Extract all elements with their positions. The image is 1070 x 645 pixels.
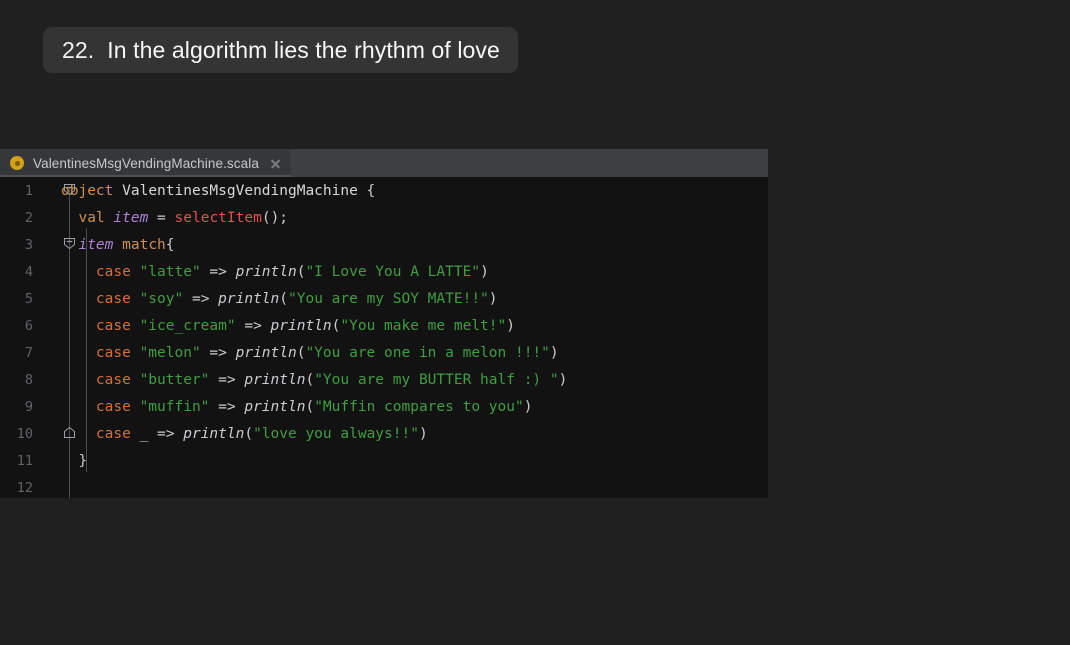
slide-title-text: In the algorithm lies the rhythm of love	[107, 36, 500, 63]
code-line-content: case "latte" => println("I Love You A LA…	[95, 263, 489, 280]
code-line-content: item match{	[78, 236, 175, 253]
code-line[interactable]: 1 object ValentinesMsgVendingMachine {	[0, 177, 768, 204]
line-number: 6	[24, 317, 33, 334]
code-line-content: case "butter" => println("You are my BUT…	[95, 371, 568, 388]
line-number: 11	[16, 452, 33, 469]
code-line-content: }	[61, 452, 88, 469]
line-number: 3	[24, 236, 33, 253]
code-line-content: case "muffin" => println("Muffin compare…	[95, 398, 533, 415]
line-number: 4	[24, 263, 33, 280]
line-number: 9	[24, 398, 33, 415]
code-line-content: case "soy" => println("You are my SOY MA…	[95, 290, 498, 307]
line-number: 12	[16, 479, 33, 496]
code-line[interactable]: 6 case "ice_cream" => println("You make …	[0, 312, 768, 339]
editor-tab-bar: ValentinesMsgVendingMachine.scala	[0, 149, 768, 177]
scala-object-icon	[10, 156, 24, 170]
tab-filename: ValentinesMsgVendingMachine.scala	[33, 155, 259, 171]
code-line[interactable]: 10 case _ => println("love you always!!"…	[0, 420, 768, 447]
code-line-content: val item = selectItem();	[78, 209, 289, 226]
code-line[interactable]: 2 val item = selectItem();	[0, 204, 768, 231]
line-number: 8	[24, 371, 33, 388]
code-line[interactable]: 9 case "muffin" => println("Muffin compa…	[0, 393, 768, 420]
code-line[interactable]: 12	[0, 474, 768, 498]
slide-number: 22.	[62, 36, 95, 63]
line-number: 10	[16, 425, 33, 442]
line-number: 2	[24, 209, 33, 226]
code-line-content: object ValentinesMsgVendingMachine {	[61, 182, 376, 199]
code-line[interactable]: 7 case "melon" => println("You are one i…	[0, 339, 768, 366]
code-line-content: case "ice_cream" => println("You make me…	[95, 317, 515, 334]
line-number: 7	[24, 344, 33, 361]
code-line[interactable]: 5 case "soy" => println("You are my SOY …	[0, 285, 768, 312]
close-icon[interactable]	[269, 157, 282, 170]
code-line[interactable]: 3 item match{	[0, 231, 768, 258]
code-line[interactable]: 11 }	[0, 447, 768, 474]
slide-title-chip: 22. In the algorithm lies the rhythm of …	[43, 27, 518, 73]
editor-tab-valentinesmsgvendingmachine[interactable]: ValentinesMsgVendingMachine.scala	[0, 149, 291, 177]
code-editor-window: ValentinesMsgVendingMachine.scala 1 obje…	[0, 149, 768, 498]
code-line[interactable]: 4 case "latte" => println("I Love You A …	[0, 258, 768, 285]
line-number: 1	[24, 182, 33, 199]
code-surface[interactable]: 1 object ValentinesMsgVendingMachine { 2…	[0, 177, 768, 498]
code-line[interactable]: 8 case "butter" => println("You are my B…	[0, 366, 768, 393]
line-number: 5	[24, 290, 33, 307]
code-line-content: case "melon" => println("You are one in …	[95, 344, 559, 361]
code-line-content: case _ => println("love you always!!")	[95, 425, 428, 442]
